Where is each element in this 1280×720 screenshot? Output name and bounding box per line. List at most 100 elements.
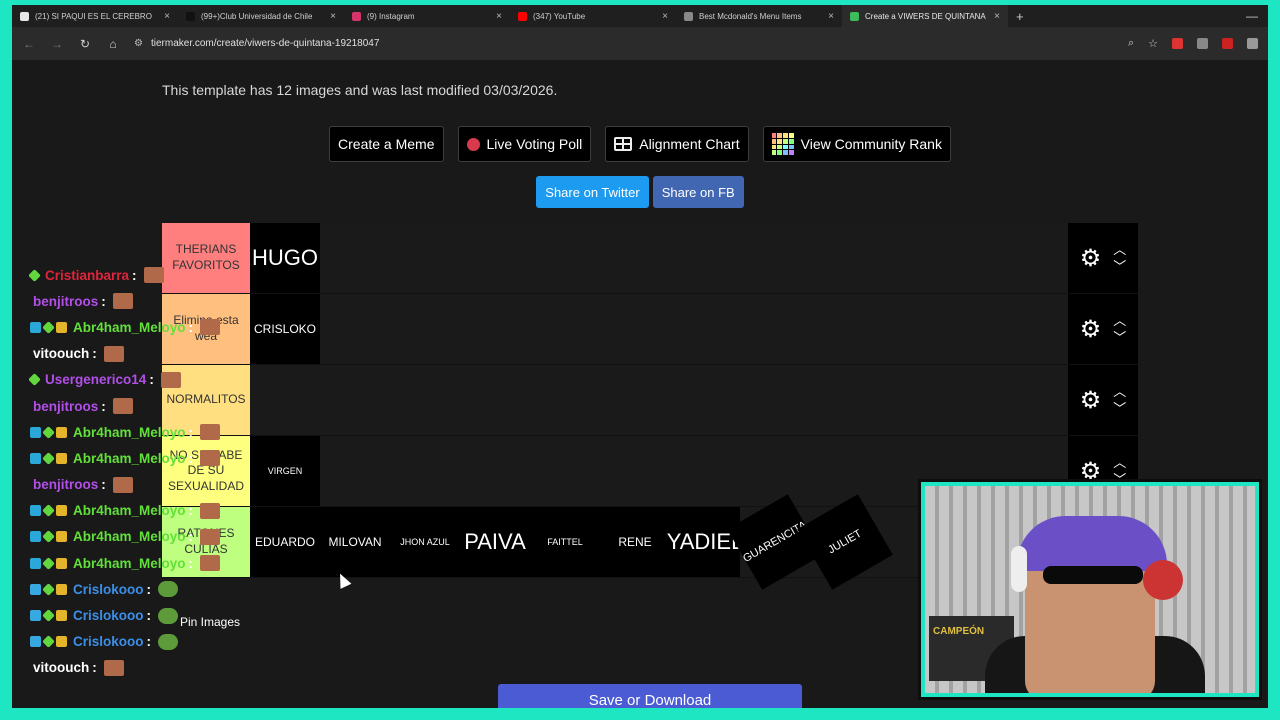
vip-badge-icon [56,321,67,333]
new-tab-button[interactable]: + [1008,9,1032,24]
chevron-down-icon[interactable]: ﹀ [1113,402,1126,415]
tab-favicon-icon [20,11,29,21]
forward-icon[interactable]: → [50,37,64,51]
chevron-up-icon[interactable]: ︿ [1113,456,1126,469]
vip-badge-icon [56,557,67,569]
face-emote-icon [160,371,181,388]
prime-badge-icon [30,557,41,569]
tier-item-card[interactable]: JHON AZUL [390,507,460,577]
create-meme-button[interactable]: Create a Meme [329,126,444,162]
tier-item-card[interactable]: JULIET [797,494,893,590]
browser-tab[interactable]: Create a VIWERS DE QUINTANA × [842,5,1008,27]
share-buttons: Share on Twitter Share on FB [12,176,1268,208]
record-dot-icon [466,137,480,151]
tier-controls: ⚙︿﹀ [1068,223,1138,293]
url-field[interactable]: ⚙ tiermaker.com/create/viwers-de-quintan… [134,38,1114,49]
browser-tab[interactable]: (99+)Club Universidad de Chile × [178,5,344,27]
share-facebook-button[interactable]: Share on FB [652,176,744,208]
extension-icon[interactable] [1197,38,1208,49]
chat-username: benjitroos [33,293,99,309]
tab-favicon-icon [518,11,527,21]
tab-close-icon[interactable]: × [828,11,834,22]
tab-title: (99+)Club Universidad de Chile [201,11,313,21]
live-voting-poll-button[interactable]: Live Voting Poll [457,126,592,162]
tier-item-card[interactable]: YADIEL [667,507,743,577]
face-emote-icon [103,659,124,676]
tier-items-dropzone[interactable] [250,365,1068,435]
chat-message: Abr4ham_Meloyo : [30,498,280,524]
tab-close-icon[interactable]: × [496,11,502,22]
chat-username: Abr4ham_Meloyo [73,319,186,335]
chevron-up-icon[interactable]: ︿ [1113,243,1126,256]
view-community-rank-button[interactable]: View Community Rank [762,126,951,162]
chat-separator: : [101,293,106,309]
chat-message: Crislokooo : [30,602,280,628]
tier-row: Elimina esta wea CRISLOKO ⚙ ︿ ﹀ [162,294,1138,365]
browser-tab[interactable]: Best Mcdonald's Menu Items × [676,5,842,27]
chat-username: Crislokooo [73,634,144,650]
chat-separator: : [146,608,152,624]
chat-username: Usergenerico14 [45,372,147,388]
face-emote-icon [112,398,133,415]
chat-username: vitoouch [33,660,90,676]
chat-separator: : [149,372,154,388]
alignment-chart-button[interactable]: Alignment Chart [605,126,749,162]
frog-emote-icon [158,607,179,624]
tier-item-card[interactable]: MILOVAN [320,507,390,577]
chevron-down-icon[interactable]: ﹀ [1113,331,1126,344]
tab-close-icon[interactable]: × [662,11,668,22]
tier-item-card[interactable]: RENE [600,507,670,577]
sub-badge-icon [42,452,55,465]
chat-separator: : [101,398,106,414]
vip-badge-icon [56,610,67,622]
extensions-puzzle-icon[interactable] [1247,38,1258,49]
alignment-label: Alignment Chart [639,136,740,152]
chat-username: Abr4ham_Meloyo [73,424,186,440]
gear-icon[interactable]: ⚙ [1080,386,1102,415]
back-icon[interactable]: ← [22,37,36,51]
url-text[interactable]: tiermaker.com/create/viwers-de-quintana-… [151,38,379,49]
tier-move-arrows: ︿﹀ [1113,243,1126,273]
chat-username: benjitroos [33,477,99,493]
chat-username: vitoouch [33,346,90,362]
tier-row: NORMALITOS ⚙ ︿ ﹀ [162,365,1138,436]
minimize-icon[interactable]: — [1246,9,1268,23]
share-twitter-button[interactable]: Share on Twitter [536,176,649,208]
zoom-icon[interactable]: ⌕ [1128,37,1134,50]
tier-item-card[interactable]: PAIVA [460,507,530,577]
extension-icon[interactable] [1222,38,1233,49]
chevron-up-icon[interactable]: ︿ [1113,385,1126,398]
chat-separator: : [101,477,106,493]
browser-tab[interactable]: (9) Instagram × [344,5,510,27]
home-icon[interactable]: ⌂ [106,37,120,51]
browser-tab[interactable]: (21) SI PAQUI ES EL CEREBRO × [12,5,178,27]
vip-badge-icon [56,426,67,438]
tier-items-dropzone[interactable]: HUGO [250,223,1068,293]
chat-username: Crislokooo [73,608,144,624]
sub-badge-icon [42,582,55,596]
tier-item-card[interactable]: FAITTEL [530,507,600,577]
browser-tab-bar: (21) SI PAQUI ES EL CEREBRO × (99+)Club Un… [12,5,1268,27]
extension-icon[interactable] [1172,38,1183,49]
prime-badge-icon [30,321,41,333]
chevron-down-icon[interactable]: ﹀ [1113,260,1126,273]
live-poll-label: Live Voting Poll [486,136,583,152]
tab-close-icon[interactable]: × [330,11,336,22]
face-emote-icon [200,528,221,545]
tier-items-dropzone[interactable]: CRISLOKO [250,294,1068,364]
tab-close-icon[interactable]: × [164,11,170,22]
tab-close-icon[interactable]: × [994,11,1000,22]
bookmark-star-icon[interactable]: ☆ [1148,37,1158,50]
face-emote-icon [200,319,221,336]
site-info-icon[interactable]: ⚙ [134,38,143,49]
chat-separator: : [146,581,152,597]
chat-separator: : [188,319,194,335]
save-or-download-button[interactable]: Save or Download [498,684,802,708]
gear-icon[interactable]: ⚙ [1080,315,1102,344]
gear-icon[interactable]: ⚙ [1080,244,1102,273]
chevron-up-icon[interactable]: ︿ [1113,314,1126,327]
chat-message: Crislokooo : [30,576,280,602]
browser-tab[interactable]: (347) YouTube × [510,5,676,27]
chat-separator: : [92,660,97,676]
reload-icon[interactable]: ↻ [78,37,92,51]
